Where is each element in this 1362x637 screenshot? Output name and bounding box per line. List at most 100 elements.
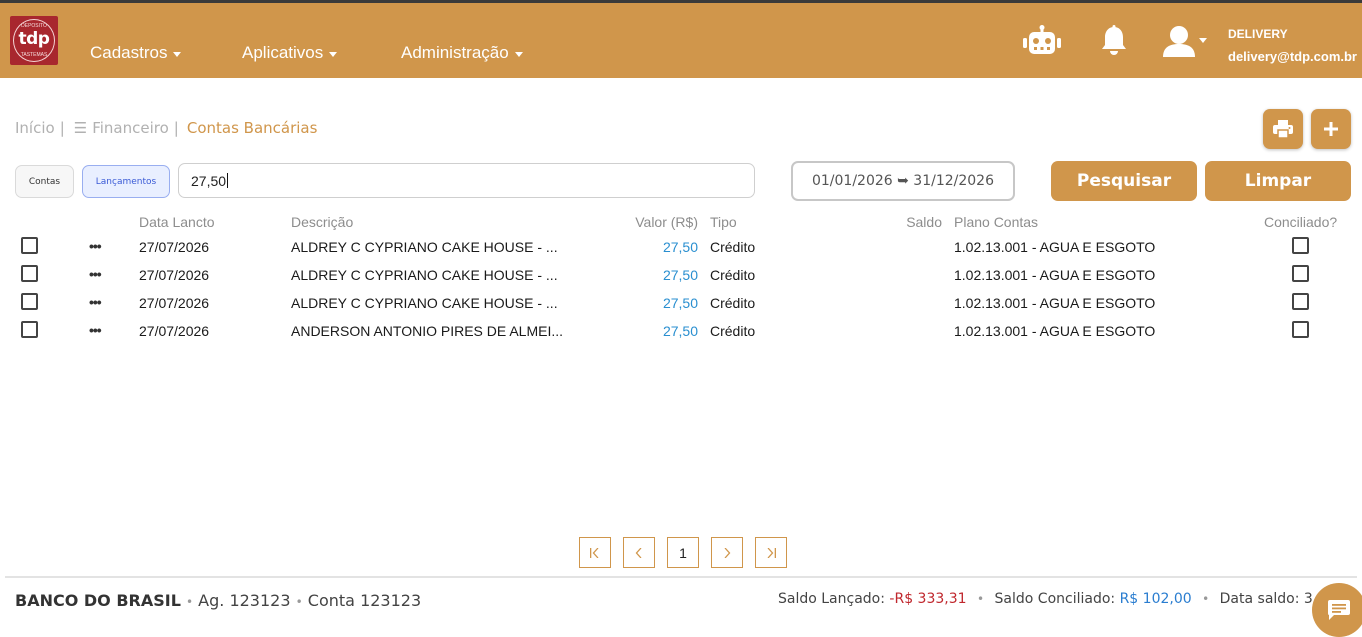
list-icon: ☰ [73,119,88,137]
breadcrumb-separator: | [59,119,65,137]
bank-account-info: BANCO DO BRASIL • Ag. 123123 • Conta 123… [15,591,421,610]
cell-valor: 27,50 [662,239,698,255]
bank-conta: Conta 123123 [307,591,422,610]
chevron-right-icon [724,547,731,558]
cell-tipo: Crédito [710,239,756,255]
cell-tipo: Crédito [710,267,756,283]
chat-button[interactable] [1312,583,1362,637]
menu-cadastros[interactable]: Cadastros [90,43,182,63]
row-select-checkbox[interactable] [21,265,38,282]
last-page-button[interactable] [755,537,787,568]
page-number-button[interactable]: 1 [667,537,699,568]
cell-valor: 27,50 [662,267,698,283]
conciliado-checkbox[interactable] [1292,237,1309,254]
clear-button[interactable]: Limpar [1205,161,1351,201]
cell-plano: 1.02.13.001 - AGUA E ESGOTO [954,323,1156,339]
logo-small-bottom: TASTEMAS [20,52,48,58]
row-select-checkbox[interactable] [21,293,38,310]
cell-plano: 1.02.13.001 - AGUA E ESGOTO [954,267,1156,283]
search-button[interactable]: Pesquisar [1051,161,1197,201]
tab-lancamentos[interactable]: Lançamentos [82,165,170,198]
search-input[interactable]: 27,50 [178,163,755,198]
date-range-picker[interactable]: 01/01/2026 ➥ 31/12/2026 [791,161,1015,201]
footer-divider [5,576,1357,578]
cell-plano: 1.02.13.001 - AGUA E ESGOTO [954,295,1156,311]
cell-data: 27/07/2026 [139,295,210,311]
next-page-button[interactable] [711,537,743,568]
conciliado-checkbox[interactable] [1292,293,1309,310]
column-header-plano: Plano Contas [954,214,1039,230]
chevron-left-icon [635,547,642,558]
table-row[interactable]: ••• 27/07/2026 ALDREY C CYPRIANO CAKE HO… [0,289,1362,317]
data-saldo-label: Data saldo: [1219,591,1300,607]
search-input-value: 27,50 [191,172,227,189]
saldo-lancado-label: Saldo Lançado: [778,591,885,607]
breadcrumb-home[interactable]: Início [15,119,55,137]
bank-agencia: Ag. 123123 [198,591,291,610]
saldo-lancado-value: -R$ 333,31 [889,591,967,607]
table-row[interactable]: ••• 27/07/2026 ALDREY C CYPRIANO CAKE HO… [0,261,1362,289]
table-row[interactable]: ••• 27/07/2026 ANDERSON ANTONIO PIRES DE… [0,317,1362,345]
cell-descricao: ALDREY C CYPRIANO CAKE HOUSE - ... [291,239,558,255]
separator-dot: • [1202,592,1210,606]
printer-icon [1273,120,1293,138]
tdp-logo[interactable]: DEPOSITO tdp TASTEMAS [10,16,58,65]
cell-valor: 27,50 [662,323,698,339]
row-select-checkbox[interactable] [21,237,38,254]
conciliado-checkbox[interactable] [1292,321,1309,338]
more-options-icon[interactable]: ••• [89,323,102,337]
column-header-valor: Valor (R$) [635,214,698,230]
column-header-conciliado: Conciliado? [1264,214,1338,230]
more-options-icon[interactable]: ••• [89,239,102,253]
cell-tipo: Crédito [710,323,756,339]
cell-plano: 1.02.13.001 - AGUA E ESGOTO [954,239,1156,255]
more-options-icon[interactable]: ••• [89,295,102,309]
last-page-icon [767,547,776,558]
conciliado-checkbox[interactable] [1292,265,1309,282]
breadcrumb-current: Contas Bancárias [186,119,318,137]
caret-down-icon [173,51,182,57]
saldo-conciliado-value: R$ 102,00 [1119,591,1192,607]
cell-descricao: ALDREY C CYPRIANO CAKE HOUSE - ... [291,295,558,311]
table-row[interactable]: ••• 27/07/2026 ALDREY C CYPRIANO CAKE HO… [0,233,1362,261]
separator-dot: • [295,595,303,609]
chat-icon [1328,600,1350,620]
add-button[interactable] [1311,109,1351,149]
user-icon[interactable] [1162,25,1210,59]
cell-descricao: ANDERSON ANTONIO PIRES DE ALMEI... [291,323,564,339]
separator-dot: • [186,595,194,609]
separator-dot: • [977,592,985,606]
print-button[interactable] [1263,109,1303,149]
cell-data: 27/07/2026 [139,323,210,339]
bell-icon[interactable] [1100,25,1128,57]
column-header-data: Data Lancto [139,214,215,230]
text-cursor [227,173,229,188]
column-header-tipo: Tipo [710,214,737,230]
more-options-icon[interactable]: ••• [89,267,102,281]
cell-data: 27/07/2026 [139,239,210,255]
user-email: delivery@tdp.com.br [1228,49,1357,64]
saldo-conciliado-label: Saldo Conciliado: [994,591,1116,607]
column-header-descricao: Descrição [291,214,354,230]
cell-descricao: ALDREY C CYPRIANO CAKE HOUSE - ... [291,267,558,283]
robot-icon[interactable] [1023,25,1061,57]
prev-page-button[interactable] [623,537,655,568]
page-number: 1 [679,544,687,561]
breadcrumb-financeiro[interactable]: Financeiro [92,119,169,137]
row-select-checkbox[interactable] [21,321,38,338]
balance-summary: Saldo Lançado: -R$ 333,31 • Saldo Concil… [778,591,1314,607]
caret-down-icon [514,51,523,57]
menu-administracao-label: Administração [401,43,509,62]
cell-tipo: Crédito [710,295,756,311]
menu-aplicativos[interactable]: Aplicativos [242,43,338,63]
logo-text: tdp [18,29,50,49]
top-navbar: DEPOSITO tdp TASTEMAS Cadastros Aplicati… [0,3,1362,78]
breadcrumb-separator: | [173,119,179,137]
column-header-saldo: Saldo [906,214,942,230]
caret-down-icon [329,51,338,57]
bank-name: BANCO DO BRASIL [15,591,181,610]
menu-administracao[interactable]: Administração [401,43,523,63]
tab-contas[interactable]: Contas [15,165,74,198]
first-page-button[interactable] [579,537,611,568]
menu-aplicativos-label: Aplicativos [242,43,324,62]
